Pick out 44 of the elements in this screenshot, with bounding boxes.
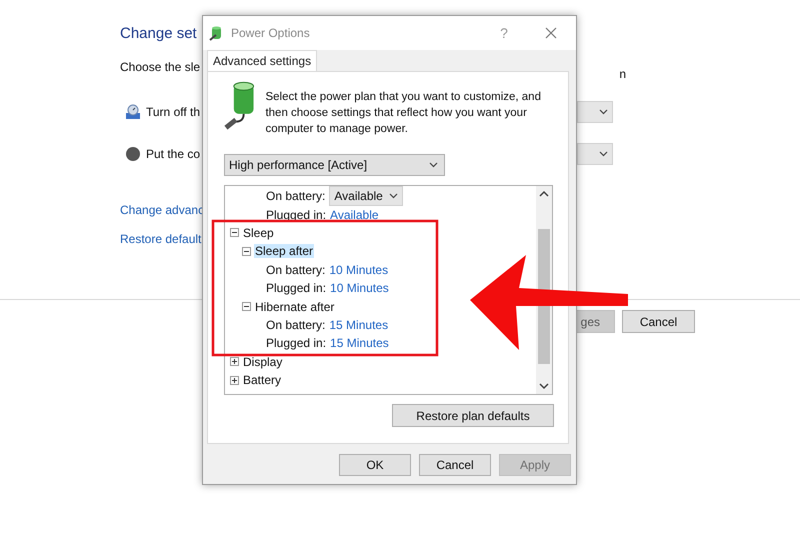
setting-value-link[interactable]: Available — [330, 208, 379, 222]
tree-item[interactable]: Hibernate after — [254, 300, 336, 314]
scrollbar[interactable] — [536, 186, 552, 394]
collapse-icon[interactable] — [230, 228, 239, 238]
chevron-icon — [599, 109, 608, 115]
setting-label: On battery: — [266, 262, 326, 277]
setting-value-link[interactable]: 10 Minutes — [330, 281, 389, 296]
text-fragment: n — [619, 67, 626, 81]
tab[interactable]: Advanced settings — [207, 50, 318, 71]
description-text: Select the power plan that you want to customize, and then choose settings that reflect how you want your computer to manage power. — [265, 90, 542, 137]
collapse-icon[interactable] — [242, 246, 251, 256]
dropdown-field[interactable] — [577, 101, 613, 123]
setting-label: Plugged in: — [266, 336, 326, 350]
page-heading: Change set — [120, 25, 197, 44]
setting-label: On battery: — [266, 189, 326, 204]
tree-item[interactable]: Battery — [242, 373, 282, 388]
setting-label: Put the co — [146, 147, 200, 161]
setting-value-link[interactable]: 15 Minutes — [329, 318, 388, 332]
setting-value-link[interactable]: 15 Minutes — [330, 336, 389, 350]
setting-label: Turn off th — [146, 105, 200, 119]
setting-label: On battery: — [266, 318, 326, 332]
tree-item[interactable]: Sleep — [242, 226, 275, 240]
ok-button[interactable]: OK — [339, 454, 411, 476]
tree-item[interactable]: Sleep after — [254, 244, 314, 258]
expand-icon[interactable] — [230, 376, 239, 385]
plan-dropdown[interactable]: High performance [Active] — [224, 154, 445, 176]
setting-value-link[interactable]: 10 Minutes — [329, 262, 388, 277]
monitor-icon — [125, 104, 141, 120]
expand-icon[interactable] — [230, 357, 239, 366]
chevron-icon — [429, 162, 438, 168]
chevron-icon — [599, 151, 608, 157]
restore-defaults-button[interactable]: Restore plan defaults — [392, 404, 554, 427]
cancel-button[interactable]: Cancel — [419, 454, 491, 476]
value-dropdown[interactable]: Available — [329, 186, 403, 206]
window-title: Power Options — [231, 26, 310, 40]
setting-label: Plugged in: — [266, 281, 326, 296]
dropdown-field[interactable] — [577, 143, 613, 165]
link[interactable]: Change advanc — [120, 203, 204, 217]
link[interactable]: Restore default — [120, 232, 202, 246]
tree-item[interactable]: Display — [242, 354, 284, 369]
chevron-icon — [388, 193, 398, 200]
page-subtitle: Choose the sle — [120, 60, 200, 74]
cancel-button[interactable]: Cancel — [622, 310, 695, 333]
collapse-icon[interactable] — [242, 302, 251, 312]
